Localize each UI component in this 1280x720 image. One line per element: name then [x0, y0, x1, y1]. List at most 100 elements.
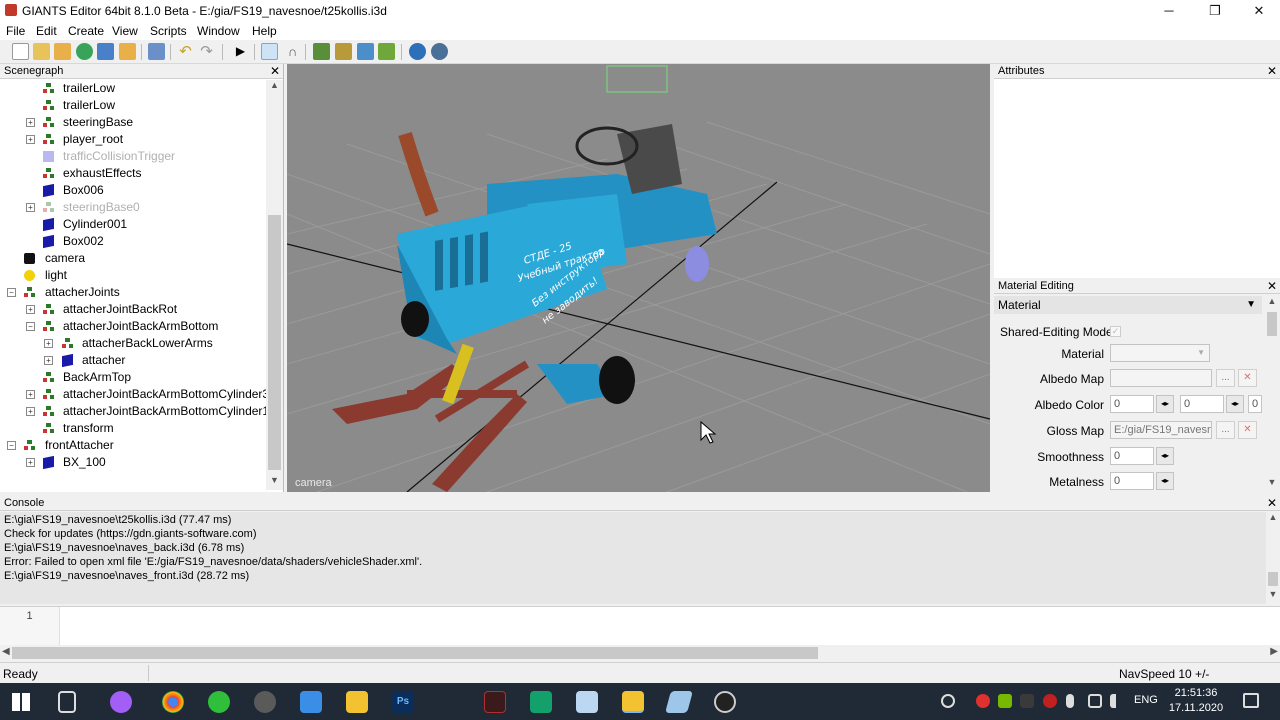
smoothness-field[interactable]: 0	[1110, 447, 1154, 465]
gloss-map-clear-icon[interactable]: ✕	[1238, 421, 1257, 439]
expand-icon[interactable]: +	[26, 305, 35, 314]
nvidia-icon[interactable]	[998, 694, 1012, 708]
folder-icon[interactable]	[622, 691, 644, 713]
material-section-header[interactable]: Material ▼	[994, 296, 1262, 314]
volume-icon[interactable]	[1110, 694, 1124, 708]
close-window-button[interactable]: ✕	[1236, 0, 1280, 22]
collapse-triangle-icon[interactable]: ▼	[1246, 296, 1256, 314]
menu-edit[interactable]: Edit	[36, 24, 57, 38]
scrollbar-thumb[interactable]	[1267, 312, 1277, 336]
albedo-map-browse-button[interactable]: ...	[1216, 369, 1235, 387]
scenegraph-close-icon[interactable]: ✕	[270, 64, 280, 79]
expand-icon[interactable]: +	[44, 356, 53, 365]
3d-viewport[interactable]: СТДЕ - 25 Учебный трактор Без инструктор…	[287, 64, 990, 492]
document-icon[interactable]	[576, 691, 598, 713]
paint-terrain-icon[interactable]	[335, 43, 352, 60]
open-recent-icon[interactable]	[54, 43, 71, 60]
system-clock[interactable]: 21:51:36 17.11.2020	[1166, 686, 1226, 716]
reload-icon[interactable]	[76, 43, 93, 60]
horizontal-scrollbar[interactable]: ◀ ▶	[0, 645, 1280, 661]
antivirus-icon[interactable]	[1043, 694, 1057, 708]
file-explorer-icon[interactable]	[346, 691, 368, 713]
notepad-icon[interactable]	[665, 691, 693, 713]
network-icon[interactable]	[1088, 694, 1102, 708]
new-file-icon[interactable]	[12, 43, 29, 60]
settings-icon[interactable]	[431, 43, 448, 60]
material-editing-close-icon[interactable]: ✕	[1267, 279, 1277, 294]
albedo-color-g-stepper[interactable]: ◂▸	[1226, 395, 1244, 413]
menu-file[interactable]: File	[6, 24, 25, 38]
magnet-icon[interactable]: ∩	[284, 43, 301, 60]
photoshop-icon[interactable]: Ps	[392, 691, 414, 713]
albedo-map-clear-icon[interactable]: ✕	[1238, 369, 1257, 387]
material-scrollbar[interactable]: ▲ ▼	[1264, 296, 1280, 492]
expand-icon[interactable]: +	[44, 339, 53, 348]
people-icon[interactable]	[941, 694, 955, 708]
albedo-color-r-stepper[interactable]: ◂▸	[1156, 395, 1174, 413]
scroll-up-icon[interactable]: ▲	[1266, 512, 1280, 527]
expand-icon[interactable]: +	[26, 407, 35, 416]
albedo-color-b-field[interactable]: 0	[1248, 395, 1262, 413]
smoothness-stepper[interactable]: ◂▸	[1156, 447, 1174, 465]
scroll-down-icon[interactable]: ▼	[1266, 589, 1280, 604]
save-icon[interactable]	[97, 43, 114, 60]
notifications-icon[interactable]	[1243, 693, 1259, 708]
expand-icon[interactable]: +	[26, 458, 35, 467]
store-icon[interactable]	[300, 691, 322, 713]
obs-icon[interactable]	[714, 691, 736, 713]
undo-icon[interactable]: ↶	[177, 43, 194, 60]
language-indicator[interactable]: ENG	[1134, 694, 1158, 706]
redo-icon[interactable]: ↷	[198, 43, 215, 60]
xbox-icon[interactable]	[254, 691, 276, 713]
scroll-up-icon[interactable]: ▲	[266, 80, 283, 95]
gloss-map-browse-button[interactable]: ...	[1216, 421, 1235, 439]
expand-icon[interactable]: +	[26, 390, 35, 399]
console-scrollbar[interactable]: ▲ ▼	[1266, 512, 1280, 604]
menu-scripts[interactable]: Scripts	[150, 24, 187, 38]
navigation-icon[interactable]	[409, 43, 426, 60]
gloss-map-field[interactable]: E:/gia/FS19_navesn	[1110, 421, 1212, 439]
open-folder-icon[interactable]	[33, 43, 50, 60]
scrollbar-thumb[interactable]	[1268, 572, 1278, 586]
scroll-up-icon[interactable]: ▲	[1264, 296, 1280, 311]
shared-editing-checkbox[interactable]: ✓	[1110, 326, 1121, 337]
collapse-icon[interactable]: −	[26, 322, 35, 331]
expand-icon[interactable]: +	[26, 203, 35, 212]
tray-app-icon[interactable]	[1020, 694, 1034, 708]
scroll-down-icon[interactable]: ▼	[1264, 477, 1280, 492]
export-icon[interactable]	[148, 43, 165, 60]
metalness-field[interactable]: 0	[1110, 472, 1154, 490]
console-close-icon[interactable]: ✕	[1267, 496, 1277, 511]
attributes-close-icon[interactable]: ✕	[1267, 64, 1277, 79]
menu-help[interactable]: Help	[252, 24, 277, 38]
torrent-icon[interactable]	[208, 691, 230, 713]
albedo-color-g-field[interactable]: 0	[1180, 395, 1224, 413]
menu-view[interactable]: View	[112, 24, 138, 38]
app-icon-purple[interactable]	[110, 691, 132, 713]
albedo-map-field[interactable]	[1110, 369, 1212, 387]
import-icon[interactable]	[119, 43, 136, 60]
select-mode-icon[interactable]	[261, 43, 278, 60]
collapse-icon[interactable]: −	[7, 441, 16, 450]
blender-app-icon[interactable]	[484, 691, 506, 713]
scrollbar-thumb[interactable]	[12, 647, 818, 659]
albedo-color-r-field[interactable]: 0	[1110, 395, 1154, 413]
start-icon[interactable]	[12, 693, 30, 711]
tree-icon[interactable]	[378, 43, 395, 60]
scrollbar-thumb[interactable]	[268, 215, 281, 470]
scenegraph-scrollbar[interactable]: ▲ ▼	[266, 80, 283, 490]
chrome-icon[interactable]	[162, 691, 184, 713]
expand-icon[interactable]: +	[26, 135, 35, 144]
restore-button[interactable]: ❐	[1192, 0, 1238, 22]
material-dropdown[interactable]: ▼	[1110, 344, 1210, 362]
expand-icon[interactable]: +	[26, 118, 35, 127]
editor-app-icon[interactable]	[530, 691, 552, 713]
collapse-icon[interactable]: −	[7, 288, 16, 297]
play-icon[interactable]: ▶	[232, 43, 249, 60]
scroll-down-icon[interactable]: ▼	[266, 475, 283, 490]
terrain-icon[interactable]	[313, 43, 330, 60]
record-icon[interactable]	[976, 694, 990, 708]
scroll-right-icon[interactable]: ▶	[1270, 646, 1278, 657]
scroll-left-icon[interactable]: ◀	[2, 646, 10, 657]
script-editor[interactable]: 1	[0, 606, 1280, 647]
